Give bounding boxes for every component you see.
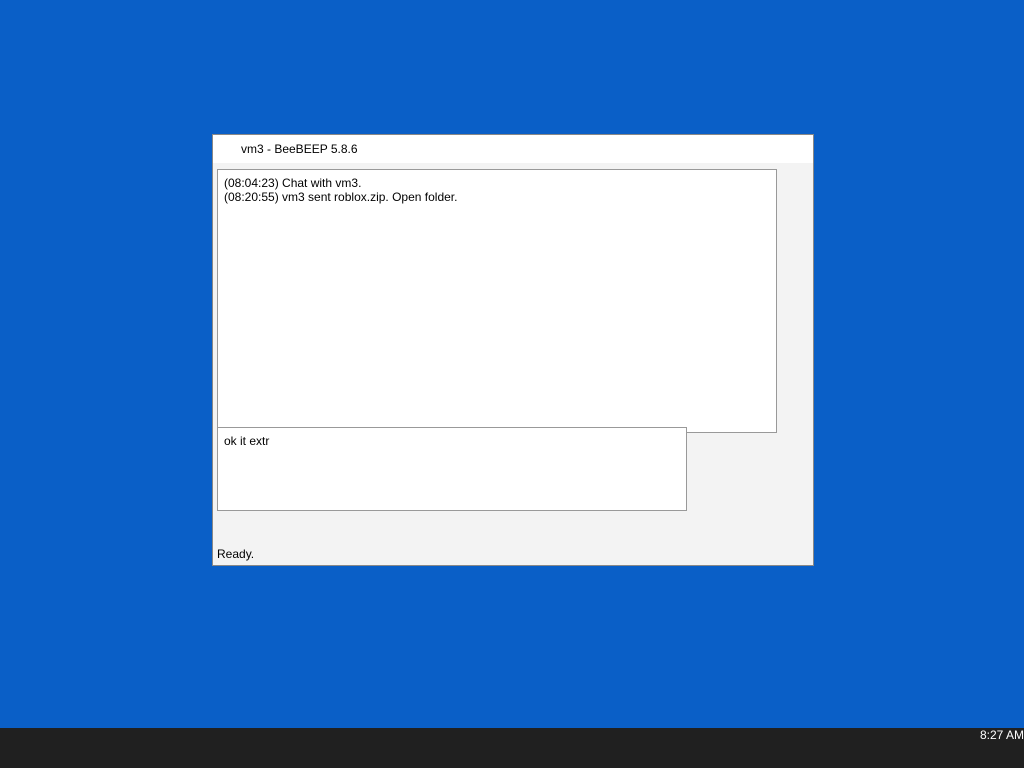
chat-window: vm3 - BeeBEEP 5.8.6 (08:04:23) Chat with…	[212, 134, 814, 566]
message-input[interactable]: ok it extr	[217, 427, 687, 511]
title-bar: vm3 - BeeBEEP 5.8.6	[213, 135, 813, 163]
chat-log: (08:04:23) Chat with vm3. (08:20:55) vm3…	[217, 169, 777, 433]
taskbar: 8:27 AM	[0, 728, 1024, 768]
clock: 8:27 AM	[979, 728, 1024, 742]
status-text: Ready.	[217, 547, 255, 561]
chat-line: (08:04:23) Chat with vm3.	[224, 176, 362, 190]
chat-line: (08:20:55) vm3 sent roblox.zip. Open fol…	[224, 190, 458, 204]
